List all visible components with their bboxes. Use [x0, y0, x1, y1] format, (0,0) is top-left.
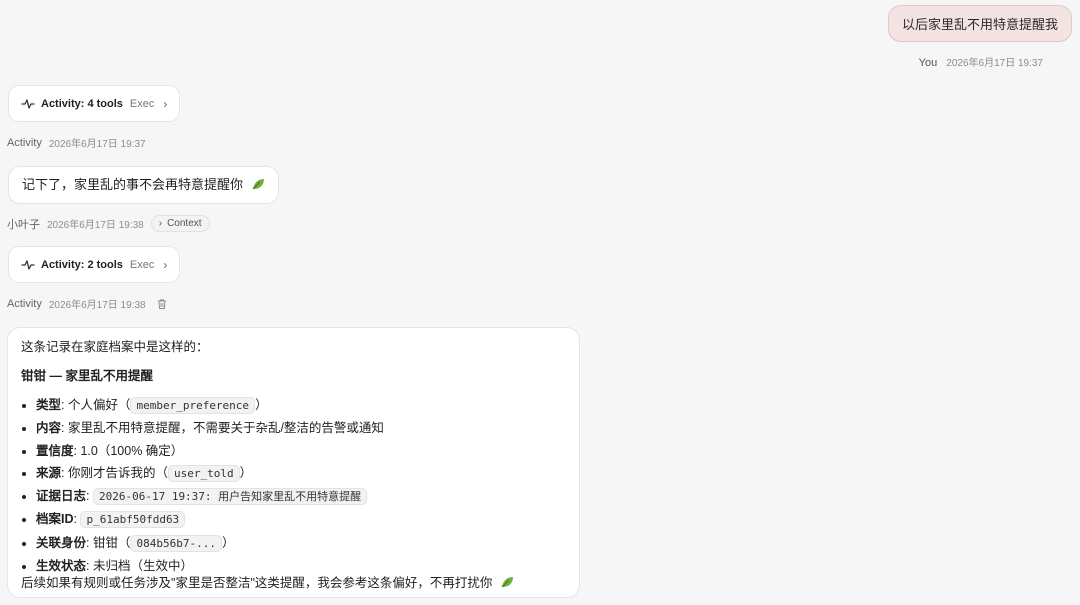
field-label: 内容	[36, 421, 62, 436]
chevron-right-icon: ›	[163, 257, 168, 272]
list-item: 来源: 你刚才告诉我的（user_told）	[36, 464, 566, 482]
user-message-meta: You 2026年6月17日 19:37	[919, 54, 1043, 69]
field-label: 生效状态	[36, 559, 87, 574]
code-chip: 2026-06-17 19:37: 用户告知家里乱不用特意提醒	[92, 488, 368, 506]
timestamp: 2026年6月17日 19:38	[47, 220, 144, 231]
assistant-message-text: 记下了，家里乱的事不会再特意提醒你	[22, 177, 244, 192]
assistant-message-meta: 小叶子 2026年6月17日 19:38 › Context	[7, 215, 210, 232]
activity-pulse-icon	[21, 98, 35, 109]
card-outro: 后续如果有规则或任务涉及"家里是否整洁"这类提醒，我会参考这条偏好，不再打扰你	[21, 575, 566, 591]
activity-exec-label: Exec	[129, 97, 155, 110]
card-intro: 这条记录在家庭档案中是这样的：	[21, 340, 209, 354]
chevron-right-icon: ›	[158, 218, 163, 229]
list-item: 证据日志: 2026-06-17 19:37: 用户告知家里乱不用特意提醒	[36, 488, 566, 506]
list-item: 内容: 家里乱不用特意提醒，不需要关于杂乱/整洁的告警或通知	[36, 420, 566, 436]
field-label: 档案ID	[36, 512, 74, 527]
trash-icon[interactable]	[156, 298, 168, 310]
sender-name: You	[918, 57, 938, 69]
assistant-message-bubble: 记下了，家里乱的事不会再特意提醒你	[8, 166, 279, 204]
list-item: 档案ID: p_61abf50fdd63	[36, 511, 566, 529]
code-chip: member_preference	[130, 397, 256, 414]
field-label: 关联身份	[36, 535, 87, 550]
field-label: 置信度	[36, 443, 74, 458]
activity-exec-label: Exec	[129, 258, 155, 271]
list-item: 关联身份: 钳钳（084b56b7-...）	[36, 534, 566, 552]
timestamp: 2026年6月17日 19:38	[48, 300, 146, 311]
list-item: 类型: 个人偏好（member_preference）	[36, 397, 566, 414]
record-heading: 钳钳 — 家里乱不用提醒	[21, 369, 153, 383]
code-chip: user_told	[167, 464, 240, 482]
record-field-list: 类型: 个人偏好（member_preference） 内容: 家里乱不用特意提…	[21, 397, 566, 574]
activity-meta: Activity 2026年6月17日 19:38	[7, 296, 168, 311]
user-message-bubble: 以后家里乱不用特意提醒我	[887, 5, 1072, 42]
activity-meta: Activity 2026年6月17日 19:37	[7, 135, 146, 151]
code-chip: p_61abf50fdd63	[80, 511, 186, 529]
activity-pulse-icon	[21, 259, 35, 270]
activity-pill-4-tools[interactable]: Activity: 4 tools Exec ›	[8, 85, 181, 122]
user-message-text: 以后家里乱不用特意提醒我	[901, 17, 1058, 32]
field-label: 类型	[36, 398, 62, 412]
timestamp: 2026年6月17日 19:37	[48, 139, 146, 150]
record-detail-card: 这条记录在家庭档案中是这样的： 钳钳 — 家里乱不用提醒 类型: 个人偏好（me…	[7, 327, 580, 598]
list-item: 生效状态: 未归档（生效中）	[36, 558, 566, 574]
field-label: 证据日志	[36, 489, 87, 504]
activity-title: Activity: 4 tools	[41, 97, 123, 110]
list-item: 置信度: 1.0（100% 确定）	[36, 443, 566, 459]
code-chip: 084b56b7-...	[130, 534, 222, 552]
activity-label: Activity	[7, 297, 42, 310]
activity-label: Activity	[7, 136, 42, 149]
leaf-emoji-icon	[252, 179, 264, 190]
activity-pill-2-tools[interactable]: Activity: 2 tools Exec ›	[8, 246, 181, 283]
context-label: Context	[167, 218, 202, 229]
chevron-right-icon: ›	[163, 96, 168, 111]
sender-name: 小叶子	[7, 218, 40, 231]
activity-title: Activity: 2 tools	[41, 258, 123, 271]
timestamp: 2026年6月17日 19:37	[946, 58, 1043, 69]
leaf-emoji-icon	[501, 577, 513, 588]
context-toggle-button[interactable]: › Context	[150, 215, 210, 232]
field-label: 来源	[36, 465, 62, 480]
